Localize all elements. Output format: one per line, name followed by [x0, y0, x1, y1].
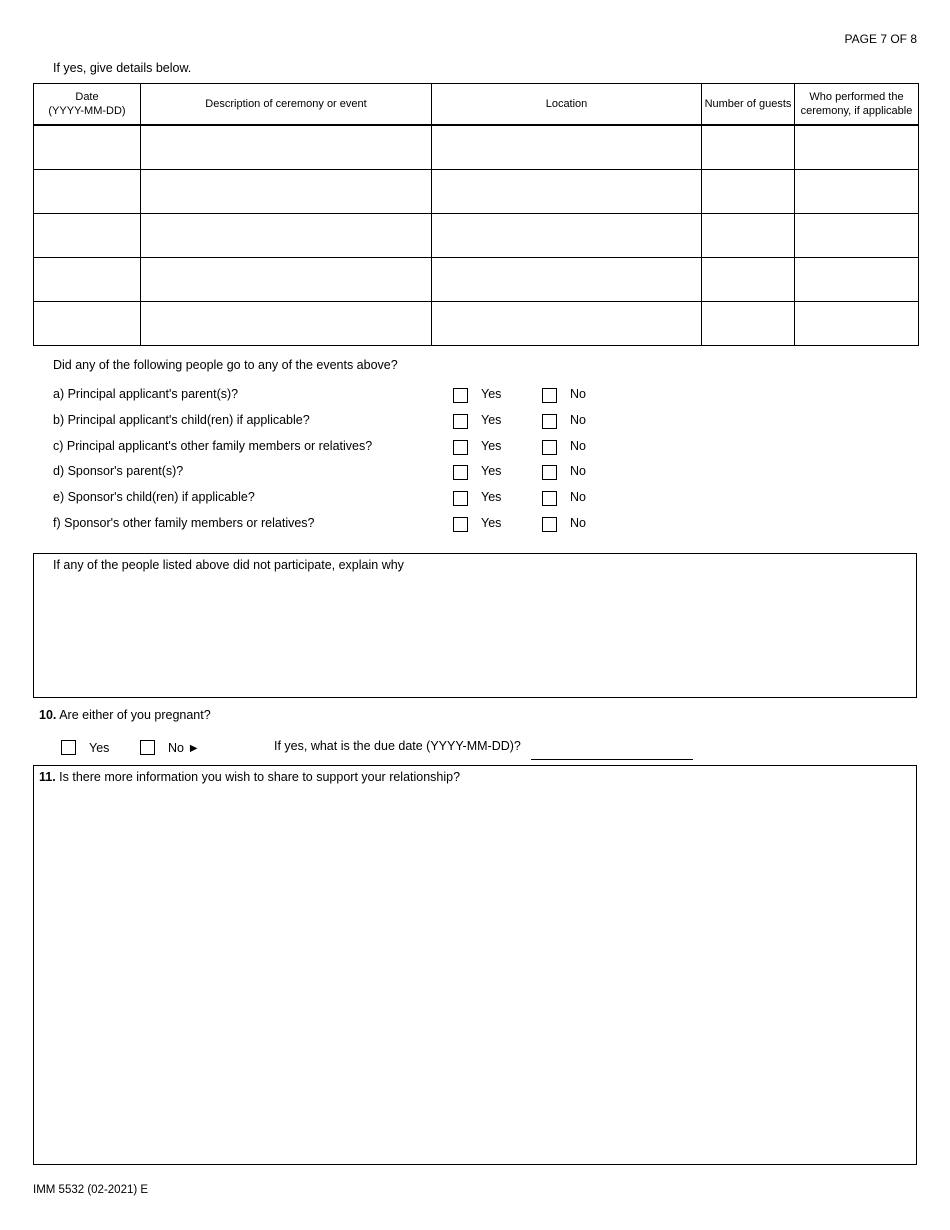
table-cell-input[interactable] [701, 213, 795, 258]
q11-label: 11. Is there more information you wish t… [39, 770, 460, 784]
table-cell-input[interactable] [794, 169, 919, 214]
table-cell-input[interactable] [431, 169, 702, 214]
table-row [33, 213, 919, 258]
q10-yes-checkbox[interactable] [61, 740, 76, 755]
form-page: PAGE 7 OF 8 If yes, give details below. … [0, 0, 950, 1230]
q10-yes-label: Yes [89, 741, 110, 755]
attendance-yes-label: Yes [481, 412, 502, 427]
attendance-yes-label: Yes [481, 387, 502, 401]
header-performer: Who performed the ceremony, if applicabl… [794, 83, 919, 126]
attendance-sponsor-children-no-checkbox[interactable] [542, 491, 557, 507]
attendance-no-label: No [570, 387, 586, 401]
attendance-principal-parents-label: a) Principal applicant's parent(s)? [53, 387, 239, 401]
explain-textarea[interactable]: If any of the people listed above did no… [33, 553, 917, 698]
due-date-label: If yes, what is the due date (YYYY-MM-DD… [274, 739, 521, 753]
intro-text: If yes, give details below. [53, 61, 192, 75]
table-cell-input[interactable] [701, 257, 795, 302]
header-description: Description of ceremony or event [140, 83, 432, 126]
table-cell-input[interactable] [33, 257, 141, 302]
due-date-input[interactable] [531, 741, 693, 760]
attendance-sponsor-parents-yes-checkbox[interactable] [453, 465, 468, 481]
q10-label: 10. Are either of you pregnant? [39, 708, 211, 722]
q10-no-checkbox[interactable] [140, 740, 155, 755]
attendance-no-label: No [570, 438, 586, 453]
table-cell-input[interactable] [701, 169, 795, 214]
attendance-principal-parents-no-checkbox[interactable] [542, 388, 557, 403]
explain-label: If any of the people listed above did no… [53, 558, 404, 572]
attendance-sponsor-children-yes-checkbox[interactable] [453, 491, 468, 507]
table-cell-input[interactable] [140, 169, 432, 214]
table-cell-input[interactable] [794, 301, 919, 346]
table-row [33, 257, 919, 302]
table-cell-input[interactable] [701, 124, 795, 170]
q11-number: 11. [39, 770, 56, 784]
table-cell-input[interactable] [140, 257, 432, 302]
table-cell-input[interactable] [33, 213, 141, 258]
attendance-principal-relatives-no-checkbox[interactable] [542, 439, 557, 455]
form-code: IMM 5532 (02-2021) E [33, 1184, 149, 1196]
table-header-row: Date (YYYY-MM-DD) Description of ceremon… [33, 83, 919, 126]
attendance-principal-relatives-yes-checkbox[interactable] [453, 439, 468, 455]
table-cell-input[interactable] [794, 124, 919, 170]
attendance-principal-children-yes-checkbox[interactable] [453, 413, 468, 429]
attendance-yes-label: Yes [481, 490, 502, 505]
table-row [33, 124, 919, 170]
attendance-no-label: No [570, 412, 586, 427]
header-location: Location [431, 83, 702, 126]
q10-text: Are either of you pregnant? [59, 708, 211, 722]
table-cell-input[interactable] [431, 213, 702, 258]
attendance-no-label: No [570, 490, 586, 505]
table-cell-input[interactable] [33, 124, 141, 170]
attendance-sponsor-children-label: e) Sponsor's child(ren) if applicable? [53, 490, 255, 505]
table-row [33, 169, 919, 214]
table-cell-input[interactable] [701, 301, 795, 346]
attendance-principal-children-no-checkbox[interactable] [542, 413, 557, 429]
attendance-sponsor-parents-no-checkbox[interactable] [542, 465, 557, 481]
table-row [33, 301, 919, 346]
table-cell-input[interactable] [794, 257, 919, 302]
attendance-no-label: No [570, 464, 586, 479]
attendance-yes-label: Yes [481, 516, 502, 530]
attendance-no-label: No [570, 516, 586, 530]
table-cell-input[interactable] [431, 257, 702, 302]
q10-number: 10. [39, 708, 57, 722]
table-cell-input[interactable] [140, 301, 432, 346]
attendance-principal-children-label: b) Principal applicant's child(ren) if a… [53, 412, 310, 427]
attendance-yes-label: Yes [481, 438, 502, 453]
table-cell-input[interactable] [33, 169, 141, 214]
table-cell-input[interactable] [140, 124, 432, 170]
table-cell-input[interactable] [431, 124, 702, 170]
q10-no-label: No ► [168, 741, 200, 755]
attendance-yes-label: Yes [481, 464, 502, 479]
table-cell-input[interactable] [431, 301, 702, 346]
header-guests: Number of guests [701, 83, 795, 126]
attendance-principal-relatives-label: c) Principal applicant's other family me… [53, 438, 373, 453]
table-cell-input[interactable] [140, 213, 432, 258]
table-cell-input[interactable] [33, 301, 141, 346]
header-date: Date (YYYY-MM-DD) [33, 83, 141, 126]
attendance-sponsor-relatives-yes-checkbox[interactable] [453, 517, 468, 532]
attendance-sponsor-relatives-no-checkbox[interactable] [542, 517, 557, 532]
attendance-sponsor-relatives-label: f) Sponsor's other family members or rel… [53, 516, 315, 530]
events-table: Date (YYYY-MM-DD) Description of ceremon… [33, 83, 919, 346]
q11-textarea[interactable]: 11. Is there more information you wish t… [33, 765, 917, 1165]
attendance-principal-parents-yes-checkbox[interactable] [453, 388, 468, 403]
attendance-sponsor-parents-label: d) Sponsor's parent(s)? [53, 464, 184, 479]
q11-text: Is there more information you wish to sh… [59, 770, 461, 784]
table-cell-input[interactable] [794, 213, 919, 258]
attendance-question: Did any of the following people go to an… [53, 358, 398, 372]
page-number: PAGE 7 OF 8 [844, 32, 917, 46]
